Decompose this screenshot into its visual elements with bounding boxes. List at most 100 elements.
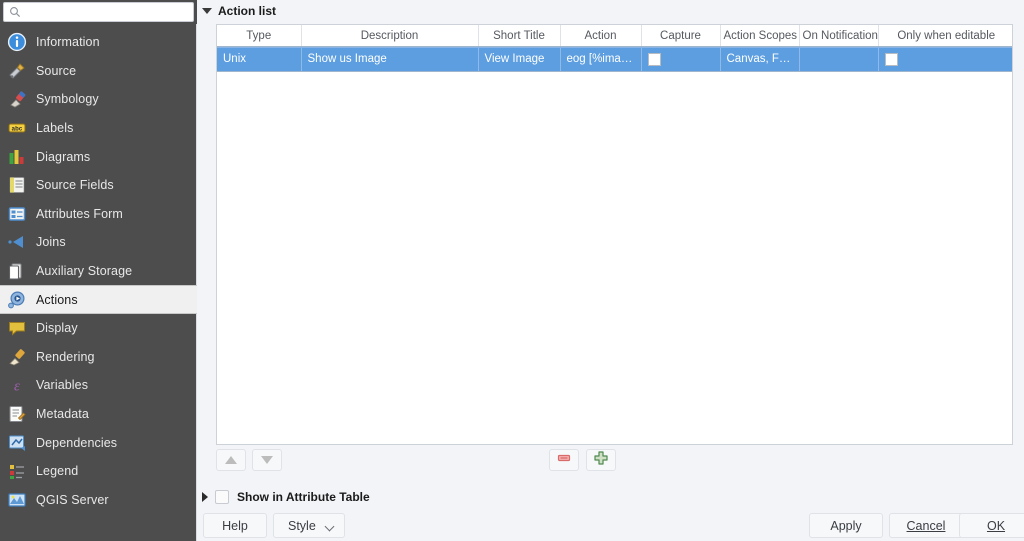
cell-only-when-editable[interactable] xyxy=(878,47,1012,71)
column-header-only-when-editable[interactable]: Only when editable xyxy=(878,25,1012,48)
chevron-down-icon[interactable] xyxy=(202,8,212,14)
diagrams-icon xyxy=(6,146,28,168)
cancel-button[interactable]: Cancel xyxy=(889,513,963,538)
column-header-on-notification[interactable]: On Notification xyxy=(799,25,879,48)
sidebar-item-label: Metadata xyxy=(36,407,89,422)
sidebar-item-label: Symbology xyxy=(36,92,99,107)
apply-button[interactable]: Apply xyxy=(809,513,883,538)
qgis-server-icon xyxy=(6,489,28,511)
sidebar-item-joins[interactable]: Joins xyxy=(0,228,197,257)
metadata-icon xyxy=(6,403,28,425)
triangle-up-icon xyxy=(225,456,237,464)
show-in-attribute-table-label: Show in Attribute Table xyxy=(237,490,370,504)
apply-label: Apply xyxy=(830,518,862,533)
attributes-form-icon xyxy=(6,203,28,225)
table-header-row: Type Description Short Title Action Capt… xyxy=(217,25,1012,48)
search-icon xyxy=(9,6,21,18)
sidebar-item-label: QGIS Server xyxy=(36,492,109,507)
svg-text:ε: ε xyxy=(14,379,20,395)
ok-button[interactable]: OK xyxy=(959,513,1024,538)
sidebar-item-labels[interactable]: abc Labels xyxy=(0,114,197,143)
column-header-action-scopes[interactable]: Action Scopes xyxy=(720,25,800,48)
remove-action-button[interactable] xyxy=(549,449,579,471)
style-button[interactable]: Style xyxy=(273,513,345,538)
layer-properties-dialog: Information Source Symbology abc Labels … xyxy=(0,0,1024,541)
cell-action[interactable]: eog [%imag… xyxy=(560,47,642,71)
sidebar-item-label: Auxiliary Storage xyxy=(36,264,133,279)
table-row[interactable]: Unix Show us Image View Image eog [%imag… xyxy=(217,46,1012,72)
information-icon xyxy=(6,31,28,53)
sidebar-item-label: Information xyxy=(36,35,100,50)
sidebar-item-diagrams[interactable]: Diagrams xyxy=(0,142,197,171)
labels-icon: abc xyxy=(6,117,28,139)
sidebar-item-variables[interactable]: ε Variables xyxy=(0,371,197,400)
action-list-table[interactable]: Type Description Short Title Action Capt… xyxy=(216,24,1013,445)
sidebar-nav-list: Information Source Symbology abc Labels … xyxy=(0,28,197,541)
dependencies-icon xyxy=(6,432,28,454)
sidebar-item-label: Display xyxy=(36,321,78,336)
sidebar-item-legend[interactable]: Legend xyxy=(0,457,197,486)
column-header-action[interactable]: Action xyxy=(560,25,642,48)
plus-icon xyxy=(593,450,609,471)
action-list-group-header[interactable]: Action list xyxy=(202,3,276,19)
source-icon xyxy=(6,60,28,82)
column-header-capture[interactable]: Capture xyxy=(641,25,721,48)
sidebar-item-source[interactable]: Source xyxy=(0,57,197,86)
cancel-label: Cancel xyxy=(906,518,946,533)
sidebar-search-container xyxy=(0,0,197,24)
sidebar-item-label: Variables xyxy=(36,378,89,393)
sidebar-item-label: Joins xyxy=(36,235,66,250)
sidebar-item-display[interactable]: Display xyxy=(0,314,197,343)
sidebar-item-qgis-server[interactable]: QGIS Server xyxy=(0,486,197,515)
sidebar-item-rendering[interactable]: Rendering xyxy=(0,343,197,372)
sidebar-item-dependencies[interactable]: Dependencies xyxy=(0,428,197,457)
sidebar-item-metadata[interactable]: Metadata xyxy=(0,400,197,429)
symbology-icon xyxy=(6,88,28,110)
joins-icon xyxy=(6,231,28,253)
sidebar-item-label: Legend xyxy=(36,464,79,479)
chevron-right-icon[interactable] xyxy=(202,492,208,502)
only-when-editable-checkbox[interactable] xyxy=(884,52,898,66)
search-input[interactable] xyxy=(21,4,181,20)
sidebar-item-auxiliary-storage[interactable]: Auxiliary Storage xyxy=(0,257,197,286)
cell-capture[interactable] xyxy=(641,47,721,71)
column-header-type[interactable]: Type xyxy=(217,25,302,48)
move-action-up-button[interactable] xyxy=(216,449,246,471)
action-list-toolbar: Create default actions xyxy=(197,447,1024,477)
sidebar-item-actions[interactable]: Actions xyxy=(0,285,197,314)
sidebar-item-label: Rendering xyxy=(36,349,95,364)
group-title: Action list xyxy=(218,4,277,18)
svg-text:abc: abc xyxy=(12,126,23,132)
cell-action-scopes[interactable]: Canvas, Fea… xyxy=(720,47,800,71)
column-header-short-title[interactable]: Short Title xyxy=(478,25,561,48)
search-box[interactable] xyxy=(3,2,194,22)
rendering-icon xyxy=(6,346,28,368)
legend-icon xyxy=(6,460,28,482)
cell-type[interactable]: Unix xyxy=(217,47,302,71)
triangle-down-icon xyxy=(261,456,273,464)
minus-icon xyxy=(556,450,572,471)
sidebar-item-label: Source xyxy=(36,63,77,78)
cell-description[interactable]: Show us Image xyxy=(301,47,479,71)
show-in-attribute-table-checkbox[interactable] xyxy=(215,490,229,504)
help-button[interactable]: Help xyxy=(203,513,267,538)
sidebar-item-symbology[interactable]: Symbology xyxy=(0,85,197,114)
sidebar-item-label: Diagrams xyxy=(36,149,91,164)
sidebar-item-label: Attributes Form xyxy=(36,206,123,221)
sidebar-item-source-fields[interactable]: Source Fields xyxy=(0,171,197,200)
sidebar-item-label: Actions xyxy=(36,292,78,307)
capture-checkbox[interactable] xyxy=(647,52,661,66)
move-action-down-button[interactable] xyxy=(252,449,282,471)
dialog-button-bar: Help Style Apply Cancel OK xyxy=(197,511,1024,541)
source-fields-icon xyxy=(6,174,28,196)
cell-on-notification[interactable] xyxy=(799,47,879,71)
variables-icon: ε xyxy=(6,374,28,396)
sidebar-item-label: Dependencies xyxy=(36,435,118,450)
show-in-attribute-table-section[interactable]: Show in Attribute Table xyxy=(202,487,370,507)
actions-icon xyxy=(6,289,28,311)
column-header-description[interactable]: Description xyxy=(301,25,479,48)
cell-short-title[interactable]: View Image xyxy=(478,47,561,71)
sidebar-item-information[interactable]: Information xyxy=(0,28,197,57)
sidebar-item-attributes-form[interactable]: Attributes Form xyxy=(0,200,197,229)
add-action-button[interactable] xyxy=(586,449,616,471)
